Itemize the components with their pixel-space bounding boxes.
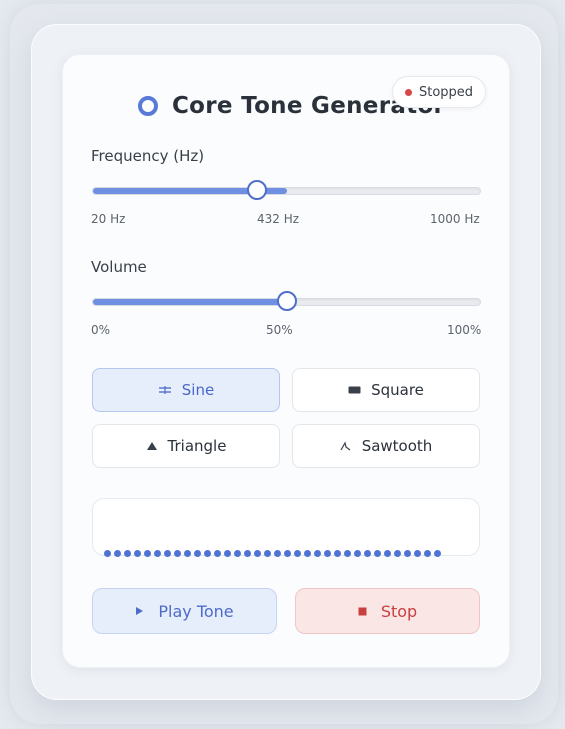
visualizer-dot [214, 550, 221, 557]
status-dot-icon [405, 88, 412, 96]
visualizer-dot [104, 550, 111, 557]
play-tone-label: Play Tone [158, 601, 234, 621]
visualizer-dot [404, 550, 411, 557]
visualizer-dot [314, 550, 321, 557]
waveform-sawtooth-button[interactable]: Sawtooth [292, 424, 480, 468]
visualizer-dot [194, 550, 201, 557]
volume-slider-thumb[interactable] [276, 291, 297, 311]
waveform-triangle-label: Triangle [167, 437, 227, 455]
visualizer-dot [234, 550, 241, 557]
play-tone-button[interactable]: Play Tone [92, 588, 277, 634]
visualizer-dot [114, 550, 121, 557]
sawtooth-wave-icon [340, 441, 352, 451]
visualizer-dot [184, 550, 191, 557]
visualizer-dot [204, 550, 211, 557]
visualizer-dot [434, 550, 441, 557]
visualizer-dot [274, 550, 281, 557]
visualizer-dot [334, 550, 341, 557]
volume-slider[interactable] [92, 291, 481, 311]
visualizer-dot [384, 550, 391, 557]
visualizer-dot [364, 550, 371, 557]
volume-slider-fill [93, 299, 287, 305]
visualizer-dot [164, 550, 171, 557]
triangle-wave-icon [146, 441, 158, 451]
visualizer-dot [294, 550, 301, 557]
visualizer-dot [414, 550, 421, 557]
stop-label: Stop [380, 601, 418, 621]
visualizer-dot [224, 550, 231, 557]
volume-min-label: 0% [91, 323, 111, 337]
frequency-slider-thumb[interactable] [246, 180, 267, 200]
visualizer-dot [174, 550, 181, 557]
visualizer-dot [144, 550, 151, 557]
status-badge: Stopped [392, 76, 487, 108]
visualizer-dot [374, 550, 381, 557]
frequency-label: Frequency (Hz) [91, 147, 205, 165]
waveform-square-button[interactable]: Square [292, 368, 480, 412]
waveform-sine-label: Sine [181, 381, 215, 399]
frequency-current-label: 432 Hz [257, 212, 300, 226]
visualizer-dot [134, 550, 141, 557]
waveform-square-label: Square [371, 381, 424, 399]
frequency-min-label: 20 Hz [91, 212, 126, 226]
status-text: Stopped [419, 84, 474, 100]
visualizer-dot [344, 550, 351, 557]
square-wave-icon [348, 386, 361, 394]
visualizer-dot [424, 550, 431, 557]
visualizer-dot [284, 550, 291, 557]
visualizer-dot [264, 550, 271, 557]
volume-current-label: 50% [266, 323, 293, 337]
waveform-sawtooth-label: Sawtooth [361, 437, 433, 455]
visualizer-dot [154, 550, 161, 557]
ring-logo-icon [138, 96, 158, 116]
waveform-triangle-button[interactable]: Triangle [92, 424, 280, 468]
sine-wave-icon [158, 385, 172, 395]
stop-icon [358, 607, 367, 616]
stop-button[interactable]: Stop [295, 588, 480, 634]
waveform-sine-button[interactable]: Sine [92, 368, 280, 412]
visualizer-dot [394, 550, 401, 557]
volume-max-label: 100% [447, 323, 482, 337]
visualizer-dot [324, 550, 331, 557]
volume-label: Volume [91, 258, 147, 276]
visualizer-dot [254, 550, 261, 557]
visualizer-dot [304, 550, 311, 557]
visualizer-dots [104, 550, 441, 557]
frequency-max-label: 1000 Hz [430, 212, 480, 226]
frequency-slider[interactable] [92, 180, 481, 200]
visualizer-dot [244, 550, 251, 557]
play-icon [135, 606, 144, 616]
visualizer-dot [354, 550, 361, 557]
visualizer-dot [124, 550, 131, 557]
waveform-visualizer [92, 498, 480, 556]
